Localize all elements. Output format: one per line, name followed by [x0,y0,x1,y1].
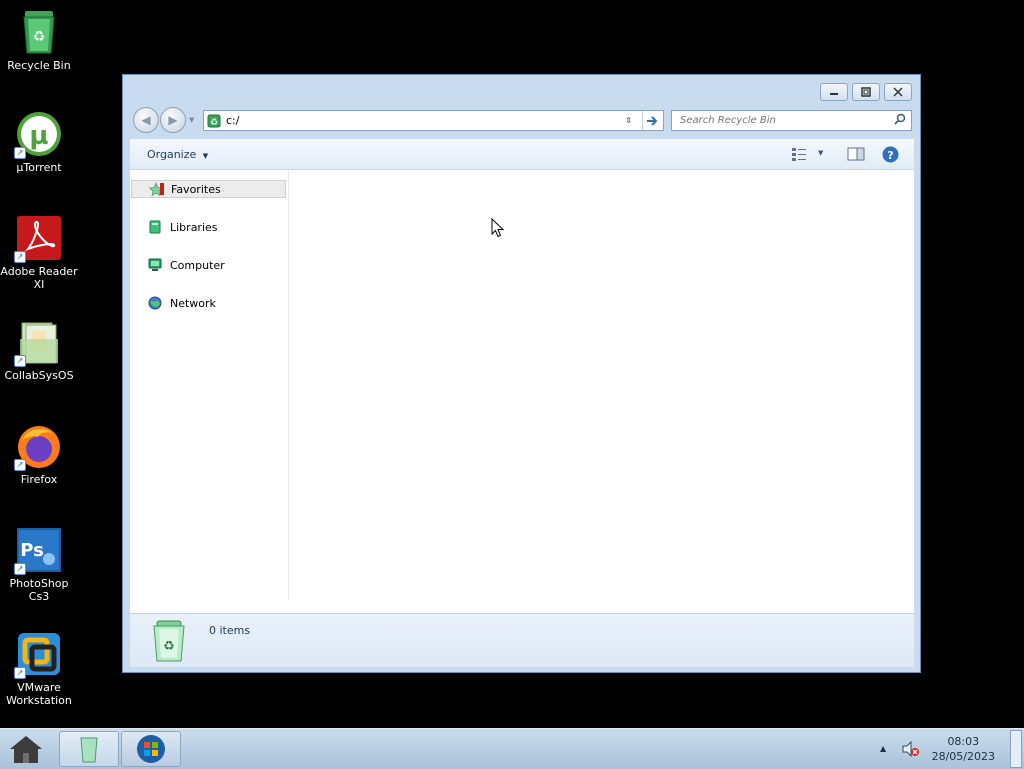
photoshop-icon: Ps ↗ [14,527,62,575]
show-desktop-button[interactable] [1010,730,1022,768]
desktop-icon-label: Firefox [20,473,58,486]
svg-text:Ps: Ps [20,540,44,561]
item-count: 0 items [209,624,251,637]
utorrent-icon: µ ↗ [14,111,62,159]
go-button[interactable] [642,111,663,130]
search-icon[interactable] [894,113,906,128]
recent-pages-dropdown[interactable]: ▼ [189,116,194,124]
preview-pane-icon [847,147,865,161]
search-box[interactable] [671,110,912,131]
network-globe-icon [148,296,162,310]
content-area: Favorites Libraries Computer Network [130,170,914,613]
show-hidden-icons-button[interactable]: ▲ [880,744,886,753]
file-list-area[interactable] [289,170,914,613]
back-button[interactable]: ◀ [133,107,159,133]
organize-menu[interactable]: Organize ▼ [147,148,208,161]
svg-text:µ: µ [29,121,48,151]
clock-date: 28/05/2023 [931,750,995,763]
windows-logo-icon [137,735,165,763]
desktop-icon-collabsysos[interactable]: ↗ CollabSysOS [0,319,78,382]
desktop-icon-label: PhotoShop Cs3 [9,577,69,603]
desktop-icon-label: Adobe Reader XI [0,265,78,291]
shortcut-arrow-icon: ↗ [14,459,26,471]
help-button[interactable]: ? [882,146,899,166]
folder-icon: ↗ [14,319,62,367]
favorites-star-icon [148,182,164,197]
shortcut-arrow-icon: ↗ [14,147,26,159]
taskbar: ▲ 08:03 28/05/2023 [0,728,1024,769]
firefox-icon: ↗ [14,423,62,471]
home-button[interactable] [4,731,48,767]
nav-item-libraries[interactable]: Libraries [131,218,286,236]
shortcut-arrow-icon: ↗ [14,251,26,263]
command-bar: Organize ▼ ▼ ? [130,139,914,170]
shortcut-arrow-icon: ↗ [14,667,26,679]
forward-arrow-icon: ▶ [168,113,178,127]
libraries-icon [148,220,162,234]
clock[interactable]: 08:03 28/05/2023 [932,734,995,764]
recycle-bin-window: ◀ ▶ ▼ ♻ c:/ ⇕ Organize ▼ [122,74,921,673]
nav-item-label: Network [170,296,216,310]
recycle-bin-large-icon: ♻ [149,620,189,665]
clock-time: 08:03 [947,735,980,748]
minimize-button[interactable] [820,83,848,101]
shortcut-arrow-icon: ↗ [14,355,26,367]
organize-label: Organize [147,148,197,161]
svg-text:♻: ♻ [210,118,218,128]
desktop-icon-adobe-reader[interactable]: ↗ Adobe Reader XI [0,215,78,291]
svg-text:♻: ♻ [33,29,46,45]
forward-button[interactable]: ▶ [160,107,186,133]
caption-buttons [820,83,912,101]
recycle-bin-icon: ♻ [16,9,62,55]
recycle-bin-small-icon: ♻ [207,114,221,128]
details-pane: ♻ 0 items [130,613,914,667]
view-details-icon [792,148,806,161]
nav-item-label: Computer [170,258,225,272]
view-dropdown-icon[interactable]: ▼ [818,149,823,157]
nav-item-label: Favorites [171,182,221,196]
svg-text:♻: ♻ [163,639,175,654]
svg-text:?: ? [887,149,893,162]
home-icon [10,736,42,763]
adobe-reader-icon: ↗ [14,215,62,263]
address-dropdown-icon[interactable]: ⇕ [625,116,632,125]
shortcut-arrow-icon: ↗ [14,563,26,575]
desktop-icon-label: CollabSysOS [4,369,74,382]
desktop-icon-firefox[interactable]: ↗ Firefox [0,423,78,486]
desktop-icon-label: VMware Workstation [6,681,72,707]
vmware-icon: ↗ [14,631,62,679]
desktop-icon-label: µTorrent [16,161,62,174]
chevron-down-icon: ▼ [202,152,209,160]
preview-pane-button[interactable] [847,147,865,164]
minimize-icon [830,93,838,95]
search-input[interactable] [678,114,894,127]
close-icon [893,87,903,97]
address-bar[interactable]: ♻ c:/ ⇕ [203,110,664,131]
computer-icon [148,258,162,272]
restore-icon [861,87,871,97]
view-options-button[interactable] [791,147,809,164]
address-text: c:/ [226,114,240,127]
desktop-icon-photoshop[interactable]: Ps ↗ PhotoShop Cs3 [0,527,78,603]
back-arrow-icon: ◀ [141,113,151,127]
navigation-pane: Favorites Libraries Computer Network [130,170,289,600]
desktop-icon-vmware[interactable]: ↗ VMware Workstation [0,631,78,707]
maximize-button[interactable] [852,83,880,101]
volume-muted-icon[interactable] [902,740,920,760]
nav-item-label: Libraries [170,220,218,234]
help-icon: ? [882,146,899,163]
recycle-bin-taskbar-icon [80,737,98,763]
nav-item-network[interactable]: Network [131,294,286,312]
desktop-icon-recycle-bin[interactable]: ♻ Recycle Bin [0,9,78,72]
desktop-icon-label: Recycle Bin [7,59,71,72]
taskbar-explorer-button[interactable] [59,731,119,767]
nav-item-computer[interactable]: Computer [131,256,286,274]
mouse-cursor-icon [491,217,505,241]
start-button[interactable] [121,731,181,767]
close-button[interactable] [884,83,912,101]
desktop-icon-utorrent[interactable]: µ ↗ µTorrent [0,111,78,174]
nav-item-favorites[interactable]: Favorites [131,180,286,198]
go-arrow-icon [647,115,658,126]
